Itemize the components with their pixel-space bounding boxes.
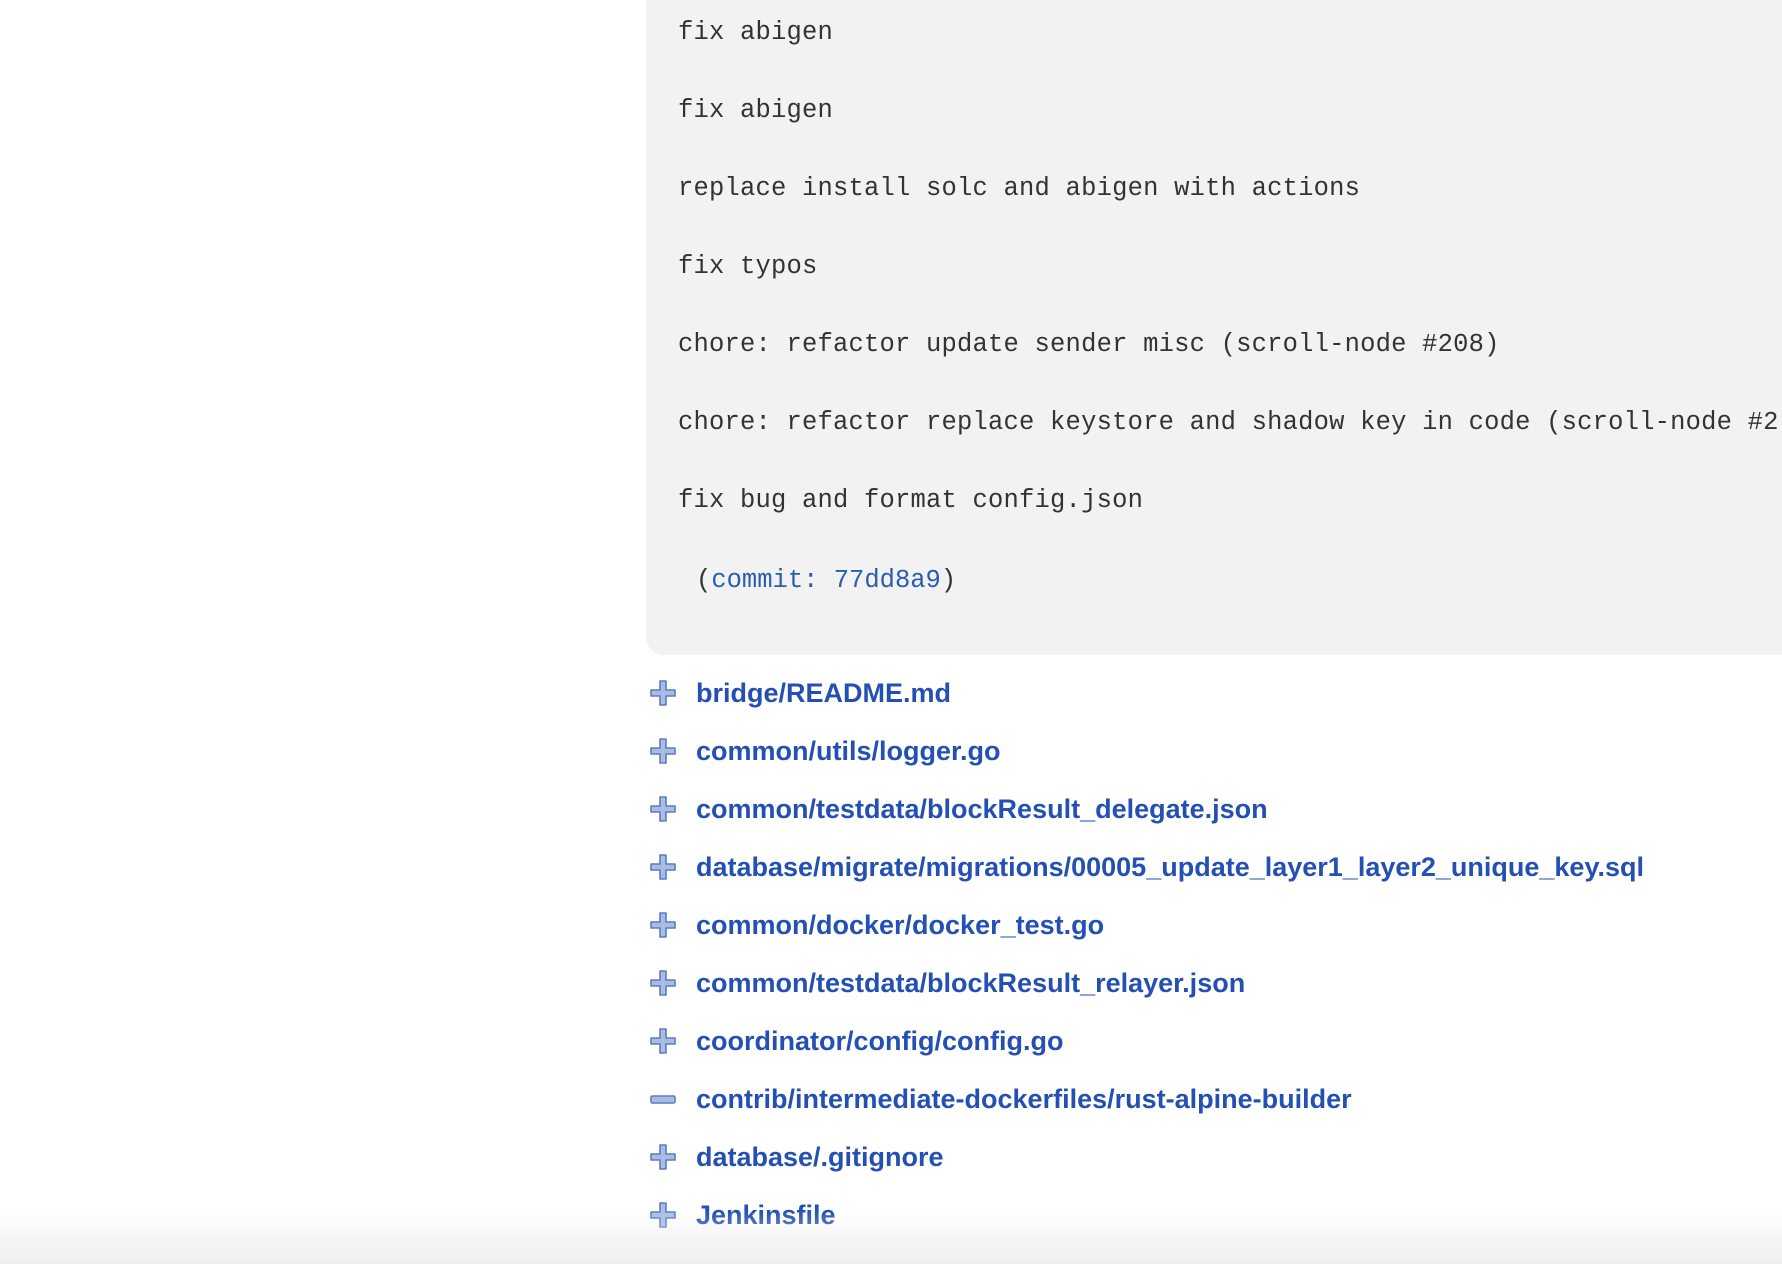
commit-message-line: fix abigen — [678, 96, 834, 125]
file-list-item: common/testdata/blockResult_delegate.jso… — [646, 780, 1644, 838]
commit-ref-close: ) — [940, 566, 957, 595]
file-path-link[interactable]: contrib/intermediate-dockerfiles/rust-al… — [696, 1084, 1352, 1115]
file-path-link[interactable]: common/testdata/blockResult_relayer.json — [696, 968, 1245, 999]
commit-ref-open: ( — [696, 566, 712, 595]
file-list-item: contrib/intermediate-dockerfiles/rust-al… — [646, 1070, 1644, 1128]
file-path-link[interactable]: database/migrate/migrations/00005_update… — [696, 852, 1644, 883]
plus-icon — [648, 736, 678, 766]
file-path-link[interactable]: database/.gitignore — [696, 1142, 944, 1173]
file-list-item: database/.gitignore — [646, 1128, 1644, 1186]
commit-message-line: fix abigen — [678, 18, 834, 47]
commit-message-box: fix abigen fix abigen replace install so… — [646, 0, 1782, 655]
plus-icon — [648, 1026, 678, 1056]
file-list-item: database/migrate/migrations/00005_update… — [646, 838, 1644, 896]
plus-icon — [648, 910, 678, 940]
commit-message-line: chore: refactor replace keystore and sha… — [678, 408, 1779, 437]
minus-icon — [648, 1084, 678, 1114]
file-path-link[interactable]: coordinator/config/config.go — [696, 1026, 1063, 1057]
commit-reference: (commit: 77dd8a9) — [696, 566, 956, 595]
commit-message-line: chore: refactor update sender misc (scro… — [678, 330, 1500, 359]
plus-icon — [648, 678, 678, 708]
file-path-link[interactable]: common/utils/logger.go — [696, 736, 1001, 767]
plus-icon — [648, 1200, 678, 1230]
file-list-item: coordinator/config/config.go — [646, 1012, 1644, 1070]
commit-message-line: fix typos — [678, 252, 818, 281]
file-list-item: common/utils/logger.go — [646, 722, 1644, 780]
commit-message-line: fix bug and format config.json — [678, 486, 1144, 515]
plus-icon — [648, 1142, 678, 1172]
file-path-link[interactable]: Jenkinsfile — [696, 1200, 836, 1231]
file-list-item: Jenkinsfile — [646, 1186, 1644, 1244]
commit-message-line: replace install solc and abigen with act… — [678, 174, 1361, 203]
plus-icon — [648, 968, 678, 998]
plus-icon — [648, 852, 678, 882]
changed-files-list: bridge/README.md common/utils/logger.go co… — [646, 664, 1644, 1244]
file-path-link[interactable]: common/docker/docker_test.go — [696, 910, 1104, 941]
file-list-item: common/testdata/blockResult_relayer.json — [646, 954, 1644, 1012]
file-list-item: common/docker/docker_test.go — [646, 896, 1644, 954]
plus-icon — [648, 794, 678, 824]
commit-hash-link[interactable]: commit: 77dd8a9 — [711, 566, 941, 595]
file-path-link[interactable]: bridge/README.md — [696, 678, 951, 709]
file-list-item: bridge/README.md — [646, 664, 1644, 722]
file-path-link[interactable]: common/testdata/blockResult_delegate.jso… — [696, 794, 1268, 825]
